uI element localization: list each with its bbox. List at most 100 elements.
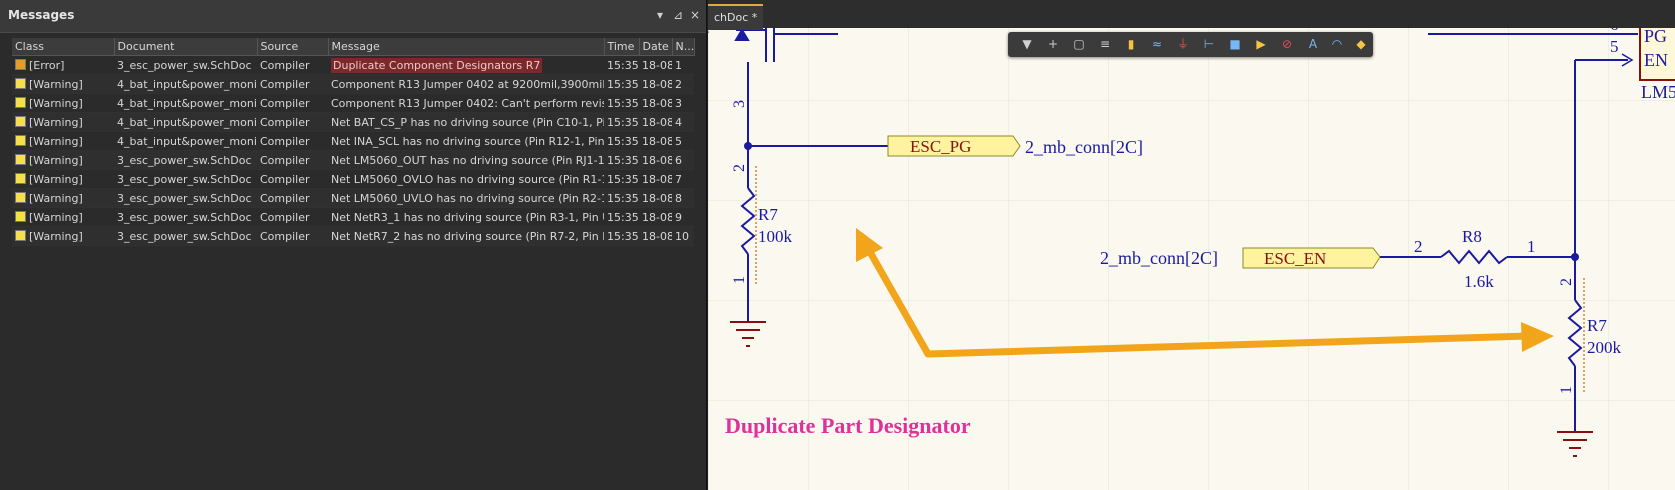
cell-number: 5: [672, 131, 694, 151]
cell-time: 15:35:: [604, 74, 639, 94]
schematic-canvas[interactable]: Q6 3 2 R7 100k 1 ESC_PG 2_mb_conn[2C] 2_…: [708, 0, 1675, 490]
text-icon[interactable]: A: [1306, 37, 1320, 51]
table-row[interactable]: [Warning] 3_esc_power_sw.SchDoc Compiler Ne…: [12, 188, 694, 208]
shape-icon[interactable]: ◆: [1354, 37, 1368, 51]
cell-date: 18-08: [639, 188, 672, 208]
cell-number: 10: [672, 226, 694, 246]
cell-source: Compiler: [257, 207, 328, 227]
class-label: [Warning]: [29, 77, 83, 91]
align-icon[interactable]: ≡: [1098, 37, 1112, 51]
warning-icon: [15, 134, 26, 146]
harness-icon[interactable]: ■: [1228, 37, 1242, 51]
cell-document: 4_bat_input&power_monitor: [114, 74, 257, 94]
cell-message: Net LM5060_OVLO has no driving source (P…: [328, 169, 604, 189]
table-row[interactable]: [Warning] 4_bat_input&power_monitor Compil…: [12, 131, 694, 151]
table-row[interactable]: [Warning] 3_esc_power_sw.SchDoc Compiler Ne…: [12, 150, 694, 170]
r8-designator: R8: [1462, 227, 1482, 246]
conn-esc-pg-label: 2_mb_conn[2C]: [1025, 137, 1143, 157]
cell-class: [Warning]: [12, 112, 114, 132]
select-rect-icon[interactable]: ▢: [1072, 37, 1086, 51]
wire-icon[interactable]: ≈: [1150, 37, 1164, 51]
column-header-source[interactable]: Source: [257, 38, 329, 56]
cell-source: Compiler: [257, 55, 328, 75]
column-header-number[interactable]: N...: [672, 38, 695, 56]
cell-time: 15:35:: [604, 93, 639, 113]
warning-icon: [15, 210, 26, 222]
cell-message: Net LM5060_OUT has no driving source (Pi…: [328, 150, 604, 170]
cell-message: Duplicate Component Designators R7: [328, 55, 604, 75]
cell-document: 3_esc_power_sw.SchDoc: [114, 150, 257, 170]
table-row[interactable]: [Warning] 4_bat_input&power_monitor Compil…: [12, 112, 694, 132]
cell-date: 18-08: [639, 93, 672, 113]
table-row[interactable]: [Warning] 4_bat_input&power_monitor Compil…: [12, 93, 694, 113]
cell-source: Compiler: [257, 188, 328, 208]
cell-message: Net NetR7_2 has no driving source (Pin R…: [328, 226, 604, 246]
column-header-date[interactable]: Date: [639, 38, 673, 56]
table-row[interactable]: [Warning] 3_esc_power_sw.SchDoc Compiler Ne…: [12, 226, 694, 246]
column-header-class[interactable]: Class: [12, 38, 115, 56]
messages-table-body: [Error] 3_esc_power_sw.SchDoc Compiler Dupl…: [12, 55, 694, 246]
cell-document: 4_bat_input&power_monitor: [114, 93, 257, 113]
conn-esc-en-label: 2_mb_conn[2C]: [1100, 248, 1218, 268]
cell-document: 4_bat_input&power_monitor: [114, 112, 257, 132]
move-icon[interactable]: +: [1046, 37, 1060, 51]
pin-icon[interactable]: ⊿: [673, 8, 683, 22]
cell-document: 3_esc_power_sw.SchDoc: [114, 55, 257, 75]
close-icon[interactable]: ×: [690, 8, 700, 22]
cell-number: 3: [672, 93, 694, 113]
r7-right-pin-2-label: 2: [1558, 278, 1575, 286]
ic-name-label: LM5: [1641, 82, 1675, 102]
pin-1-left-label: 1: [731, 276, 748, 284]
warning-icon: [15, 153, 26, 165]
cell-message: Net BAT_CS_P has no driving source (Pin …: [328, 112, 604, 132]
column-header-document[interactable]: Document: [114, 38, 258, 56]
r7-right-value: 200k: [1587, 338, 1622, 357]
warning-icon: [15, 191, 26, 203]
table-row[interactable]: [Error] 3_esc_power_sw.SchDoc Compiler Dupl…: [12, 55, 694, 75]
cell-number: 2: [672, 74, 694, 94]
panel-title: Messages: [8, 8, 75, 22]
class-label: [Warning]: [29, 229, 83, 243]
class-label: [Warning]: [29, 153, 83, 167]
schematic-editor[interactable]: Q6 3 2 R7 100k 1 ESC_PG 2_mb_conn[2C] 2_…: [708, 0, 1675, 490]
arc-icon[interactable]: ◠: [1330, 37, 1344, 51]
cell-date: 18-08: [639, 112, 672, 132]
column-header-message[interactable]: Message: [328, 38, 605, 56]
directive-icon[interactable]: ⊘: [1280, 37, 1294, 51]
cell-time: 15:35:: [604, 169, 639, 189]
table-row[interactable]: [Warning] 4_bat_input&power_monitor Compil…: [12, 74, 694, 94]
class-label: [Warning]: [29, 96, 83, 110]
cell-source: Compiler: [257, 150, 328, 170]
filter-icon[interactable]: ▼: [1020, 37, 1034, 51]
ic-pin-5-label: 5: [1610, 37, 1619, 56]
cell-time: 15:35:: [604, 131, 639, 151]
r7-right-designator: R7: [1587, 316, 1607, 335]
messages-panel: Messages ▾ ⊿ × Class Document Source Mes…: [0, 0, 707, 490]
table-row[interactable]: [Warning] 3_esc_power_sw.SchDoc Compiler Ne…: [12, 207, 694, 227]
cell-class: [Error]: [12, 55, 114, 75]
cell-class: [Warning]: [12, 188, 114, 208]
pin-2-left-label: 2: [731, 164, 748, 172]
port-esc-pg-label: ESC_PG: [910, 137, 971, 156]
power-port-icon[interactable]: ⏚: [1176, 37, 1190, 51]
component-icon[interactable]: ▮: [1124, 37, 1138, 51]
bus-icon[interactable]: ⊢: [1202, 37, 1216, 51]
cell-document: 3_esc_power_sw.SchDoc: [114, 226, 257, 246]
cell-number: 1: [672, 55, 694, 75]
cell-message: Component R13 Jumper 0402 at 9200mil,390…: [328, 74, 604, 94]
cell-message: Net INA_SCL has no driving source (Pin R…: [328, 131, 604, 151]
table-row[interactable]: [Warning] 3_esc_power_sw.SchDoc Compiler Ne…: [12, 169, 694, 189]
warning-icon: [15, 229, 26, 241]
column-header-time[interactable]: Time: [604, 38, 640, 56]
cell-document: 4_bat_input&power_monitor: [114, 131, 257, 151]
cell-number: 6: [672, 150, 694, 170]
document-tab-bar: chDoc *: [708, 0, 1675, 30]
cell-time: 15:35:: [604, 150, 639, 170]
cell-time: 15:35:: [604, 188, 639, 208]
cell-number: 7: [672, 169, 694, 189]
class-label: [Warning]: [29, 210, 83, 224]
port-icon[interactable]: ▶: [1254, 37, 1268, 51]
document-tab[interactable]: chDoc *: [708, 4, 764, 30]
panel-menu-icon[interactable]: ▾: [657, 8, 663, 22]
cell-number: 8: [672, 188, 694, 208]
